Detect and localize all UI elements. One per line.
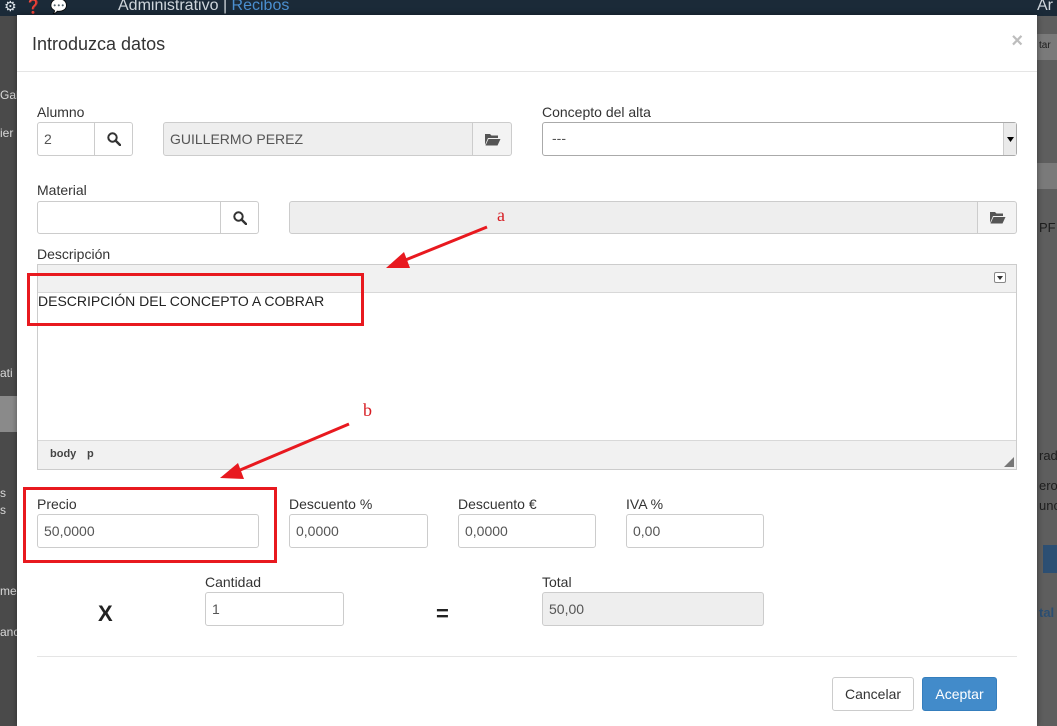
annotation-arrow-b-head (220, 463, 244, 479)
annotation-arrow-b-line (232, 422, 350, 475)
annotation-arrow-a-head (386, 252, 410, 268)
annotation-arrow-a-line (397, 225, 488, 265)
annotation-arrows (220, 225, 488, 479)
